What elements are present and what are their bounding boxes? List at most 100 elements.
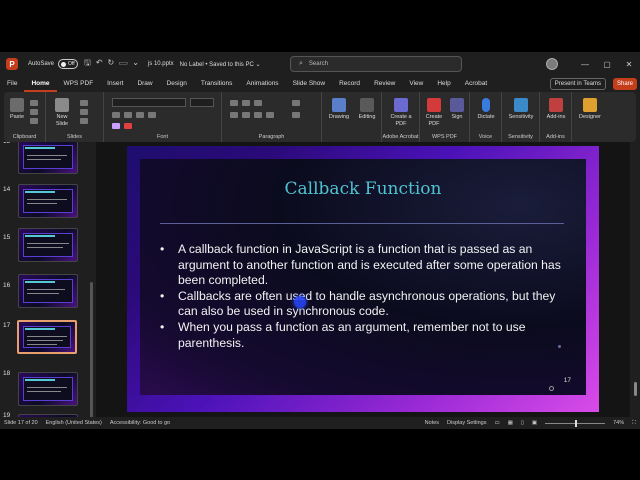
create-pdf-acrobat-button[interactable]: Create a PDF (386, 98, 416, 128)
menu-view[interactable]: View (402, 76, 430, 92)
zoom-slider[interactable] (545, 419, 606, 427)
font-family-select[interactable] (112, 98, 186, 107)
numbering-icon[interactable] (242, 100, 250, 106)
align-center-icon[interactable] (242, 112, 250, 118)
menu-insert[interactable]: Insert (100, 76, 130, 92)
underline-icon[interactable] (136, 112, 144, 118)
menu-wps-pdf[interactable]: WPS PDF (57, 76, 101, 92)
sign-button[interactable]: Sign (447, 98, 467, 121)
bullet-text: A callback function in JavaScript is a f… (178, 242, 561, 288)
reading-view-icon[interactable]: ▯ (517, 420, 528, 426)
add-ins-button[interactable]: Add-ins (542, 98, 570, 121)
menu-home[interactable]: Home (24, 76, 57, 92)
slide-thumbnail-active[interactable] (17, 320, 77, 354)
menu-draw[interactable]: Draw (130, 76, 159, 92)
display-settings-button[interactable]: Display Settings (443, 420, 490, 426)
italic-icon[interactable] (124, 112, 132, 118)
copy-icon[interactable] (30, 109, 38, 115)
create-pdf-wps-button[interactable]: Create PDF (423, 98, 445, 128)
share-button[interactable]: Share (612, 78, 637, 90)
new-slide-button[interactable]: New Slide (50, 98, 74, 128)
layout-icon[interactable] (80, 100, 88, 106)
maximize-button[interactable]: ▢ (596, 60, 618, 69)
highlight-icon[interactable] (112, 123, 120, 129)
create-pdf-wps-label: Create PDF (425, 114, 443, 127)
fit-to-window-icon[interactable]: ⛶ (628, 420, 640, 427)
thumbnail-row[interactable]: 16 (0, 272, 96, 316)
slide-thumbnail[interactable] (18, 228, 78, 262)
slide-thumbnail[interactable] (18, 274, 78, 308)
menu-transitions[interactable]: Transitions (194, 76, 240, 92)
thumbnails-scrollbar[interactable] (90, 282, 93, 417)
slide-thumbnail[interactable] (18, 372, 78, 406)
paste-button[interactable]: Paste (8, 98, 26, 121)
font-color-icon[interactable] (124, 123, 132, 129)
wps-pdf-icon (427, 98, 441, 112)
menu-design[interactable]: Design (160, 76, 194, 92)
canvas-scrollbar[interactable] (632, 142, 638, 417)
zoom-level[interactable]: 74% (609, 420, 628, 426)
thumbnail-row[interactable]: 19 (0, 404, 96, 417)
indent-icon[interactable] (254, 100, 262, 106)
zoom-slider-thumb[interactable] (575, 419, 578, 427)
slide-thumbnail[interactable] (18, 142, 78, 174)
reset-icon[interactable] (80, 109, 88, 115)
quick-access-toolbar[interactable]: 🖫↶↻▭⌄ (84, 57, 144, 71)
close-button[interactable]: ✕ (618, 60, 640, 69)
sensitivity-label-info[interactable]: No Label • Saved to this PC ⌄ (180, 61, 261, 68)
menu-review[interactable]: Review (367, 76, 402, 92)
menu-help[interactable]: Help (430, 76, 457, 92)
slide-thumbnails-pane: 13 14 15 16 17 18 19 (0, 142, 96, 417)
format-painter-icon[interactable] (30, 118, 38, 124)
slideshow-icon[interactable]: ▣ (528, 420, 541, 426)
bullet-list[interactable]: • A callback function in JavaScript is a … (160, 242, 570, 351)
present-in-teams-button[interactable]: Present in Teams (549, 78, 606, 90)
slide-sorter-icon[interactable]: ▦ (504, 420, 517, 426)
search-box[interactable]: ⌕ Search (290, 56, 462, 72)
current-slide[interactable]: Callback Function • A callback function i… (127, 146, 599, 412)
dictate-button[interactable]: Dictate (473, 98, 499, 121)
menu-acrobat[interactable]: Acrobat (458, 76, 494, 92)
bold-icon[interactable] (112, 112, 120, 118)
strikethrough-icon[interactable] (148, 112, 156, 118)
drawing-button[interactable]: Drawing (326, 98, 352, 121)
bullet-marker: • (160, 288, 165, 303)
thumbnail-row[interactable]: 13 (0, 142, 96, 182)
thumbnail-number: 14 (3, 186, 11, 193)
thumbnail-row[interactable]: 18 (0, 364, 96, 408)
text-direction-icon[interactable] (292, 100, 300, 106)
menu-animations[interactable]: Animations (239, 76, 285, 92)
section-icon[interactable] (80, 118, 88, 124)
language-indicator[interactable]: English (United States) (42, 420, 106, 426)
font-size-select[interactable] (190, 98, 214, 107)
thumbnail-row-active[interactable]: 17 (0, 320, 96, 364)
document-name[interactable]: js 10.pptx (148, 61, 174, 67)
normal-view-icon[interactable]: ▭ (490, 420, 503, 426)
minimize-button[interactable]: — (574, 60, 596, 69)
designer-button[interactable]: Designer (574, 98, 606, 121)
align-left-icon[interactable] (230, 112, 238, 118)
editing-button[interactable]: Editing (354, 98, 380, 121)
justify-icon[interactable] (266, 112, 274, 118)
autosave-toggle[interactable]: Off (58, 59, 79, 69)
slide-thumbnail[interactable] (18, 184, 78, 218)
thumbnail-row[interactable]: 15 (0, 226, 96, 270)
slide-canvas: Callback Function • A callback function i… (96, 142, 630, 417)
slide-title[interactable]: Callback Function (140, 179, 586, 199)
user-avatar[interactable] (546, 58, 558, 70)
align-right-icon[interactable] (254, 112, 262, 118)
menu-record[interactable]: Record (332, 76, 367, 92)
menu-slide-show[interactable]: Slide Show (286, 76, 333, 92)
align-text-icon[interactable] (292, 112, 300, 118)
cut-icon[interactable] (30, 100, 38, 106)
group-label-voice: Voice (478, 134, 493, 140)
accessibility-checker[interactable]: Accessibility: Good to go (106, 420, 174, 426)
notes-button[interactable]: Notes (421, 420, 443, 426)
menu-file[interactable]: File (0, 76, 24, 92)
bullets-icon[interactable] (230, 100, 238, 106)
scrollbar-thumb[interactable] (634, 382, 637, 396)
editing-icon (360, 98, 374, 112)
thumbnail-row[interactable]: 14 (0, 182, 96, 226)
group-label-paragraph: Paragraph (258, 134, 285, 140)
sensitivity-button[interactable]: Sensitivity (504, 98, 538, 121)
